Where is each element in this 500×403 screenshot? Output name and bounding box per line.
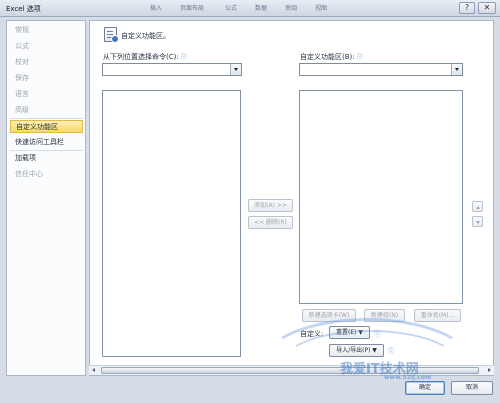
background-tab: 页面布局: [180, 5, 205, 12]
customize-ribbon-icon: [104, 27, 119, 43]
add-button[interactable]: 添加(A) >>: [248, 199, 293, 212]
info-icon: ⓘ: [357, 54, 364, 61]
sidebar-item-general[interactable]: 常规: [10, 24, 83, 37]
background-tab: 审阅: [285, 5, 298, 12]
available-commands-list[interactable]: [102, 90, 241, 357]
rename-button[interactable]: 重命名(M)...: [414, 309, 461, 322]
background-tab: 插入: [150, 5, 163, 12]
background-tab: 数据: [255, 5, 268, 12]
scroll-left-icon[interactable]: [92, 368, 95, 372]
move-down-icon[interactable]: [472, 216, 483, 227]
choose-commands-combo[interactable]: [102, 63, 242, 76]
sidebar-item-formulas[interactable]: 公式: [10, 40, 83, 53]
close-icon[interactable]: ✕: [478, 2, 496, 14]
ribbon-tabs-tree[interactable]: [299, 90, 463, 304]
choose-commands-label: 从下列位置选择命令(C):: [103, 53, 179, 61]
move-up-icon[interactable]: [472, 201, 483, 212]
scroll-right-icon[interactable]: [488, 368, 491, 372]
page-heading: 自定义功能区。: [121, 32, 170, 40]
sidebar-item-quick-access-toolbar[interactable]: 快速访问工具栏: [10, 136, 83, 149]
background-tab: 视图: [315, 5, 328, 12]
chevron-down-icon[interactable]: [451, 64, 462, 75]
sidebar-item-trust-center[interactable]: 信任中心: [10, 168, 83, 181]
info-icon: ⓘ: [181, 54, 188, 61]
watermark-url: www.52ij.com: [384, 374, 432, 381]
remove-button[interactable]: << 删除(R): [248, 216, 293, 229]
background-tab: 公式: [225, 5, 238, 12]
customize-ribbon-label: 自定义功能区(B):: [300, 53, 355, 61]
help-icon[interactable]: ?: [459, 2, 475, 14]
sidebar-divider: [10, 150, 83, 151]
sidebar-item-proofing[interactable]: 校对: [10, 56, 83, 69]
chevron-down-icon[interactable]: [230, 64, 241, 75]
window-title: Excel 选项: [6, 5, 41, 13]
sidebar: 常规 公式 校对 保存 语言 高级 自定义功能区 快速访问工具栏 加载项 信任中…: [6, 20, 86, 376]
sidebar-item-save[interactable]: 保存: [10, 72, 83, 85]
title-bar: Excel 选项 插入 页面布局 公式 数据 审阅 视图 ? ✕: [0, 0, 500, 17]
sidebar-item-customize-ribbon[interactable]: 自定义功能区: [10, 120, 83, 133]
customize-ribbon-combo[interactable]: [299, 63, 463, 76]
sidebar-divider: [10, 118, 83, 119]
sidebar-item-advanced[interactable]: 高级: [10, 104, 83, 117]
sidebar-item-language[interactable]: 语言: [10, 88, 83, 101]
sidebar-item-add-ins[interactable]: 加载项: [10, 152, 83, 165]
